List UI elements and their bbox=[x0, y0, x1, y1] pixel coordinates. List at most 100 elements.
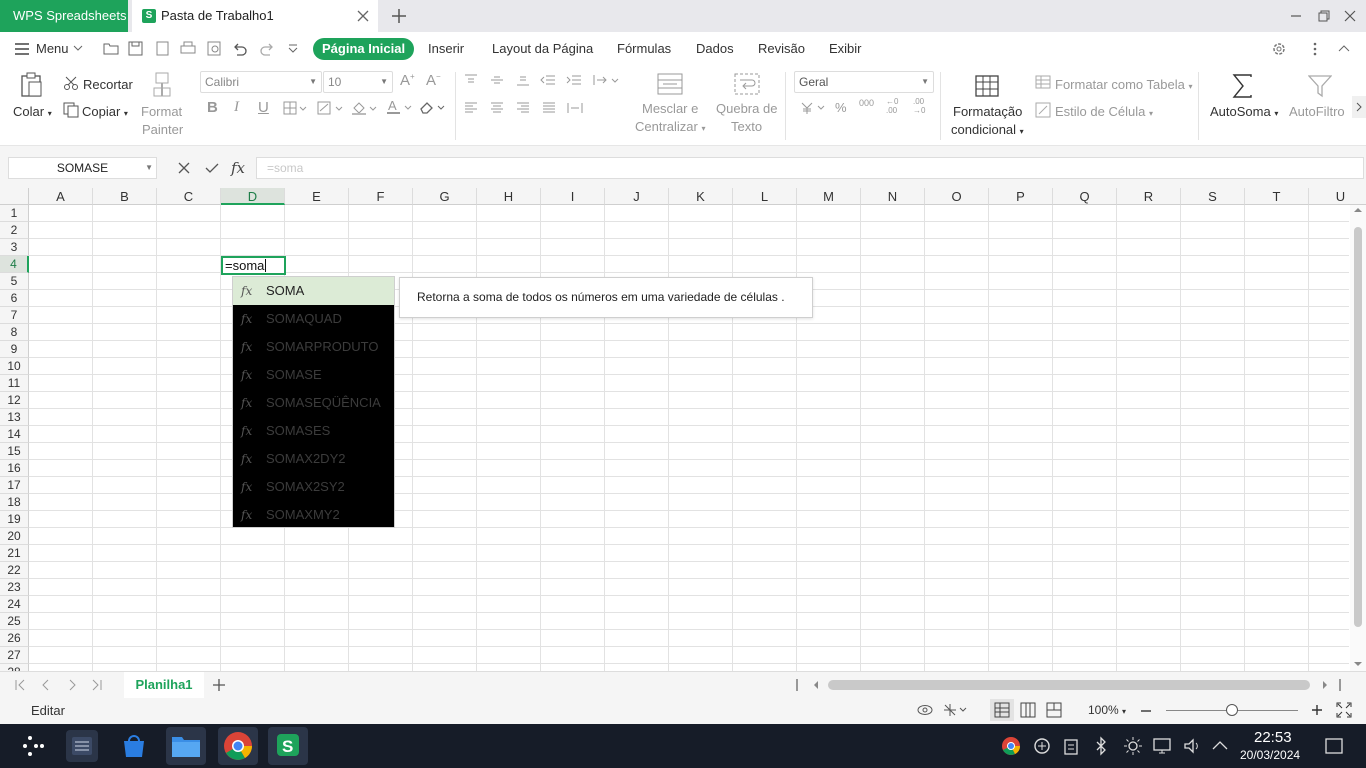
row-header-11[interactable]: 11 bbox=[0, 375, 29, 392]
merge-center-button[interactable]: Centralizar ▾ bbox=[635, 119, 706, 134]
hamburger-icon[interactable] bbox=[15, 43, 29, 55]
column-header-q[interactable]: Q bbox=[1053, 188, 1117, 205]
copy-button[interactable]: Copiar ▾ bbox=[82, 104, 128, 119]
document-tab[interactable]: S Pasta de Trabalho1 bbox=[132, 0, 378, 32]
autocomplete-item-somax2dy2[interactable]: fx SOMAX2DY2 bbox=[233, 445, 394, 473]
align-center-icon[interactable] bbox=[490, 102, 504, 114]
column-header-l[interactable]: L bbox=[733, 188, 797, 205]
autocomplete-item-somaquad[interactable]: fx SOMAQUAD bbox=[233, 305, 394, 333]
launcher-icon[interactable] bbox=[22, 735, 46, 757]
export-icon[interactable] bbox=[155, 41, 170, 56]
copy-icon[interactable] bbox=[63, 102, 79, 118]
conditional-format-button[interactable]: condicional ▾ bbox=[951, 122, 1024, 137]
format-painter-icon[interactable] bbox=[153, 72, 173, 98]
paste-icon[interactable] bbox=[20, 72, 44, 98]
column-header-b[interactable]: B bbox=[93, 188, 157, 205]
show-desktop-icon[interactable] bbox=[1325, 737, 1343, 755]
display-icon[interactable] bbox=[1153, 737, 1171, 755]
first-sheet-icon[interactable] bbox=[14, 679, 26, 691]
row-header-21[interactable]: 21 bbox=[0, 545, 29, 562]
paste-button[interactable]: Colar ▾ bbox=[13, 104, 52, 119]
column-header-d[interactable]: D bbox=[221, 188, 285, 205]
add-sheet-icon[interactable] bbox=[212, 678, 226, 692]
autocomplete-item-somases[interactable]: fx SOMASES bbox=[233, 417, 394, 445]
autocomplete-item-soma[interactable]: fx SOMA bbox=[233, 277, 394, 305]
last-sheet-icon[interactable] bbox=[91, 679, 103, 691]
column-header-c[interactable]: C bbox=[157, 188, 221, 205]
fullscreen-icon[interactable] bbox=[1336, 702, 1352, 718]
row-header-20[interactable]: 20 bbox=[0, 528, 29, 545]
align-top-icon[interactable] bbox=[464, 74, 478, 86]
tab-pagina-inicial[interactable]: Página Inicial bbox=[313, 38, 415, 60]
cell-style-button[interactable]: Estilo de Célula ▾ bbox=[1055, 104, 1153, 119]
conditional-format-icon[interactable] bbox=[975, 75, 999, 97]
autocomplete-item-somax2sy2[interactable]: fx SOMAX2SY2 bbox=[233, 473, 394, 501]
insert-function-icon[interactable]: fx bbox=[231, 159, 245, 177]
prev-sheet-icon[interactable] bbox=[40, 679, 52, 691]
cut-button[interactable]: Recortar bbox=[83, 77, 133, 92]
row-header-18[interactable]: 18 bbox=[0, 494, 29, 511]
close-tab-icon[interactable] bbox=[356, 9, 370, 23]
select-all-corner[interactable] bbox=[0, 188, 29, 205]
row-header-14[interactable]: 14 bbox=[0, 426, 29, 443]
scroll-up-icon[interactable] bbox=[1354, 207, 1362, 213]
percent-icon[interactable]: % bbox=[835, 100, 847, 115]
wrap-text-icon[interactable] bbox=[734, 73, 760, 95]
customize-toolbar-icon[interactable] bbox=[288, 44, 298, 53]
increase-indent-icon[interactable] bbox=[566, 74, 582, 86]
row-header-26[interactable]: 26 bbox=[0, 630, 29, 647]
thousands-separator-icon[interactable]: 000 bbox=[859, 98, 874, 108]
column-header-h[interactable]: H bbox=[477, 188, 541, 205]
autosum-button[interactable]: AutoSoma ▾ bbox=[1210, 104, 1278, 119]
bold-icon[interactable]: B bbox=[207, 99, 218, 116]
row-header-4[interactable]: 4 bbox=[0, 256, 29, 273]
tab-formulas[interactable]: Fórmulas bbox=[617, 40, 671, 58]
column-header-i[interactable]: I bbox=[541, 188, 605, 205]
app-tab[interactable]: WPS Spreadsheets bbox=[0, 0, 128, 32]
undo-icon[interactable] bbox=[232, 41, 248, 56]
borders-icon[interactable] bbox=[283, 101, 307, 115]
scroll-right-icon[interactable] bbox=[1322, 681, 1328, 689]
zoom-level[interactable]: 100% ▾ bbox=[1088, 703, 1126, 717]
conditional-format-label-1[interactable]: Formatação bbox=[953, 104, 1022, 119]
cell-format-icon[interactable] bbox=[317, 101, 343, 115]
increase-decimal-icon[interactable]: ←0.00 bbox=[886, 97, 898, 115]
ribbon-scroll-right-icon[interactable] bbox=[1352, 96, 1366, 118]
justify-icon[interactable] bbox=[542, 102, 556, 114]
wrap-text-label-1[interactable]: Quebra de bbox=[716, 101, 777, 116]
column-header-p[interactable]: P bbox=[989, 188, 1053, 205]
autocomplete-item-somaxmy2[interactable]: fx SOMAXMY2 bbox=[233, 501, 394, 529]
column-header-r[interactable]: R bbox=[1117, 188, 1181, 205]
format-as-table-button[interactable]: Formatar como Tabela ▾ bbox=[1055, 77, 1192, 92]
formula-input[interactable]: =soma bbox=[256, 157, 1364, 179]
column-header-t[interactable]: T bbox=[1245, 188, 1309, 205]
row-header-16[interactable]: 16 bbox=[0, 460, 29, 477]
column-header-a[interactable]: A bbox=[29, 188, 93, 205]
filter-funnel-icon[interactable] bbox=[1308, 74, 1332, 98]
scissors-icon[interactable] bbox=[63, 75, 79, 91]
number-format-select[interactable]: Geral ▼ bbox=[794, 71, 934, 93]
row-header-8[interactable]: 8 bbox=[0, 324, 29, 341]
page-break-view-icon[interactable] bbox=[1046, 702, 1062, 718]
decrease-decimal-icon[interactable]: .00 →0 bbox=[913, 97, 925, 115]
column-header-e[interactable]: E bbox=[285, 188, 349, 205]
align-left-icon[interactable] bbox=[464, 102, 478, 114]
tab-inserir[interactable]: Inserir bbox=[428, 40, 464, 58]
print-icon[interactable] bbox=[180, 41, 196, 56]
align-bottom-icon[interactable] bbox=[516, 74, 530, 86]
currency-icon[interactable] bbox=[800, 101, 828, 115]
row-header-25[interactable]: 25 bbox=[0, 613, 29, 630]
spreadsheet-grid[interactable]: ABCDEFGHIJKLMNOPQRSTU 1 2 3 4 5 6 7 8 9 10 11 12 13 1… bbox=[0, 188, 1366, 671]
clear-format-icon[interactable] bbox=[419, 100, 445, 114]
chevron-down-icon[interactable] bbox=[73, 44, 83, 52]
row-header-7[interactable]: 7 bbox=[0, 307, 29, 324]
column-header-o[interactable]: O bbox=[925, 188, 989, 205]
split-handle-right[interactable] bbox=[1339, 679, 1341, 691]
minimize-icon[interactable] bbox=[1288, 8, 1304, 24]
font-size-select[interactable]: 10 ▼ bbox=[323, 71, 393, 93]
menu-button[interactable]: Menu bbox=[36, 40, 69, 58]
column-header-j[interactable]: J bbox=[605, 188, 669, 205]
eye-protection-icon[interactable] bbox=[916, 702, 934, 718]
normal-view-icon[interactable] bbox=[990, 699, 1014, 721]
column-header-s[interactable]: S bbox=[1181, 188, 1245, 205]
